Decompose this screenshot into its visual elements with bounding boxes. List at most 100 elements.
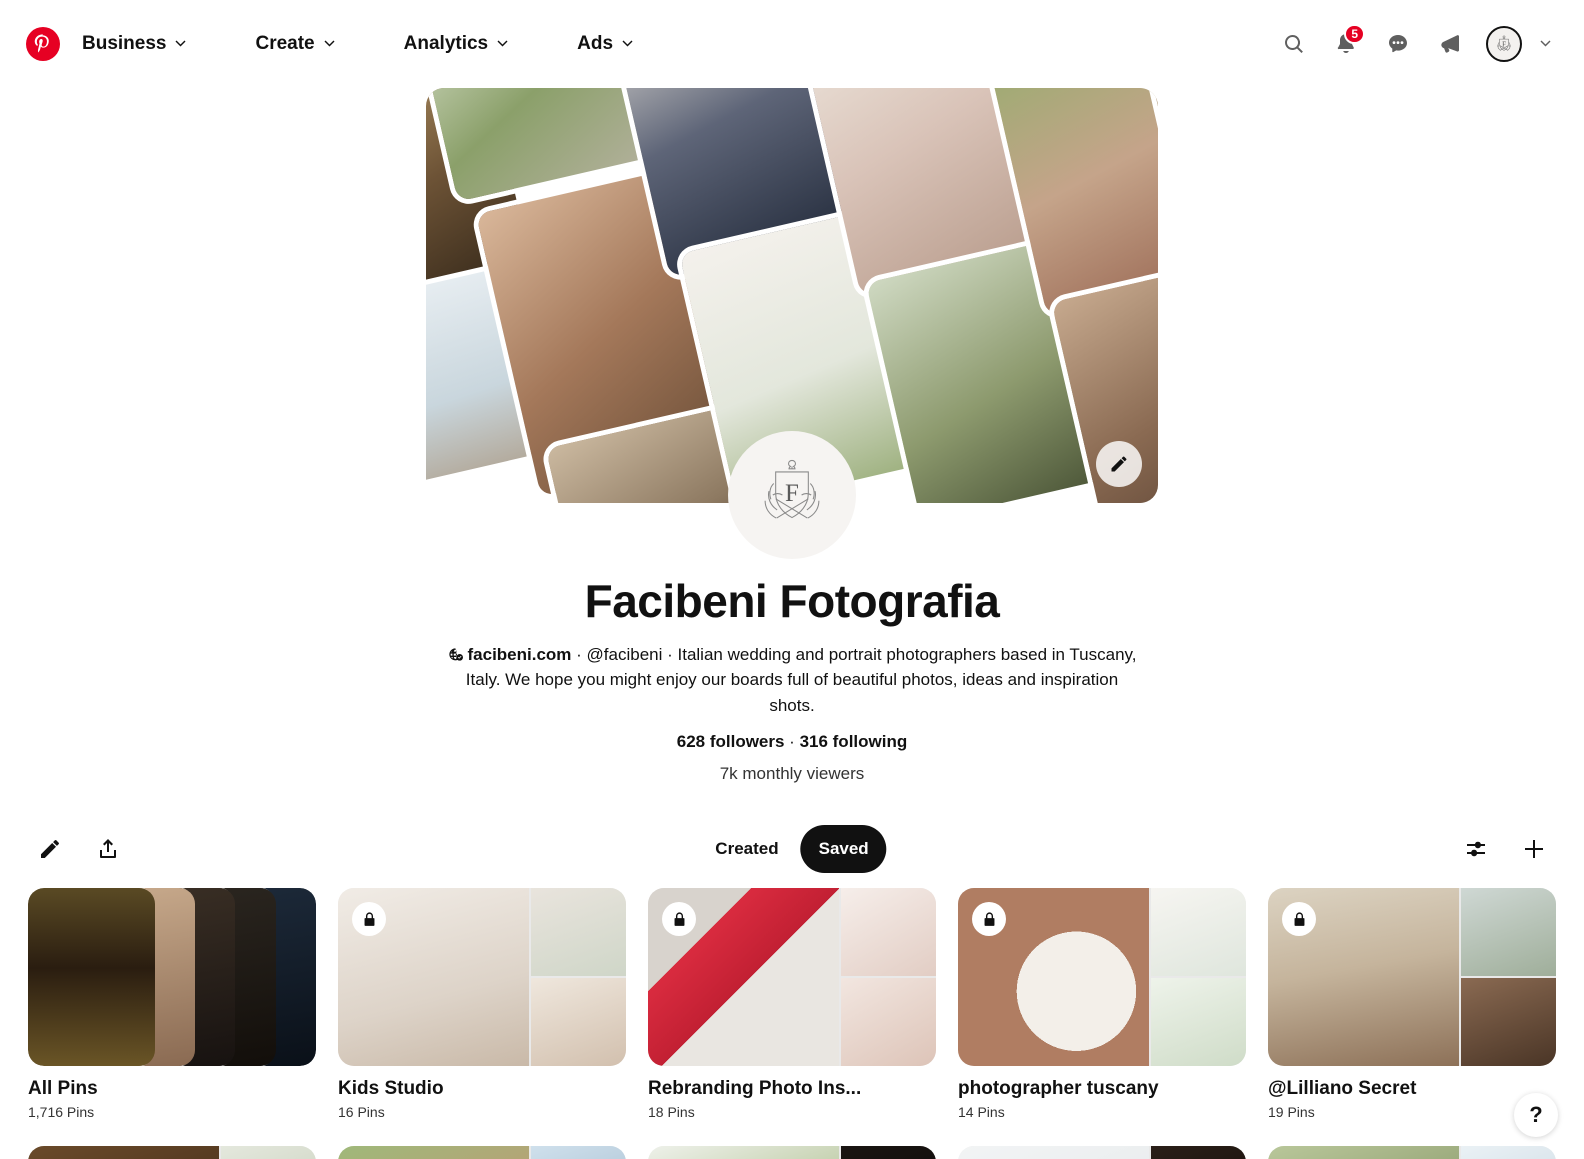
stack-card <box>28 888 155 1067</box>
svg-text:F: F <box>785 480 799 507</box>
board-card-lilliano-secret[interactable]: @Lilliano Secret 19 Pins <box>1268 888 1556 1120</box>
board-title: All Pins <box>28 1078 98 1100</box>
board-card-row2[interactable] <box>1268 1146 1556 1159</box>
board-cover <box>338 1146 626 1159</box>
board-cover-side <box>1460 1146 1556 1159</box>
lock-icon <box>1294 912 1304 926</box>
primary-nav: Business Create Analytics Ads <box>26 25 644 63</box>
share-profile-button[interactable] <box>86 827 130 871</box>
board-cover <box>648 888 936 1067</box>
chat-icon <box>1389 35 1407 53</box>
profile-section: F Facibeni Fotografia facibeni.com · @fa… <box>0 431 1584 784</box>
board-card-row2[interactable] <box>338 1146 626 1159</box>
sort-filter-button[interactable] <box>1454 827 1498 871</box>
board-card-kids-studio[interactable]: Kids Studio 16 Pins <box>338 888 626 1120</box>
sliders-icon <box>1467 842 1485 857</box>
board-cover-side <box>530 1146 626 1159</box>
board-cover-thumb <box>530 978 626 1067</box>
lock-icon <box>364 912 374 926</box>
megaphone-icon <box>1441 35 1459 53</box>
stats-separator: · <box>784 732 800 752</box>
board-pin-count: 19 Pins <box>1268 1104 1315 1121</box>
board-card-photographer-tuscany[interactable]: photographer tuscany 14 Pins <box>958 888 1246 1120</box>
nav-item-business[interactable]: Business <box>72 25 197 63</box>
edit-cover-button[interactable] <box>1096 441 1142 487</box>
board-cover-thumb <box>1150 978 1246 1067</box>
chevron-down-icon <box>622 40 633 47</box>
profile-separator-1: · <box>571 644 587 664</box>
board-cover <box>338 888 626 1067</box>
board-cover-thumb <box>530 888 626 977</box>
tab-saved[interactable]: Saved <box>800 825 887 874</box>
board-cover-thumb <box>840 978 936 1067</box>
toolbar-left-actions <box>28 827 130 871</box>
announcements-button[interactable] <box>1428 22 1472 66</box>
lock-icon <box>674 912 684 926</box>
help-button[interactable]: ? <box>1514 1093 1558 1137</box>
board-cover-side <box>1150 1146 1246 1159</box>
board-card-rebranding-photo-inspiration[interactable]: Rebranding Photo Ins... 18 Pins <box>648 888 936 1120</box>
nav-item-business-label: Business <box>82 33 167 54</box>
followers-count[interactable]: 628 followers <box>677 732 785 751</box>
profile-avatar[interactable]: F <box>728 431 856 559</box>
notifications-badge: 5 <box>1344 24 1365 44</box>
board-pin-count: 14 Pins <box>958 1104 1005 1121</box>
board-cover <box>28 1146 316 1159</box>
chevron-down-icon <box>1540 40 1550 47</box>
pencil-icon <box>1111 456 1127 472</box>
pinterest-logo[interactable] <box>26 27 60 61</box>
board-title: Rebranding Photo Ins... <box>648 1078 862 1100</box>
search-button[interactable] <box>1272 22 1316 66</box>
header-actions: 5 F <box>1272 22 1560 66</box>
following-count[interactable]: 316 following <box>800 732 908 751</box>
board-card-row2[interactable] <box>28 1146 316 1159</box>
edit-profile-button[interactable] <box>28 827 72 871</box>
chevron-down-icon <box>175 40 186 47</box>
board-card-row2[interactable] <box>648 1146 936 1159</box>
board-cover <box>958 1146 1246 1159</box>
nav-item-ads[interactable]: Ads <box>567 25 644 63</box>
board-card-row2[interactable] <box>958 1146 1246 1159</box>
board-cover-thumb <box>1460 978 1556 1067</box>
account-avatar[interactable]: F <box>1486 26 1522 62</box>
profile-stats: 628 followers · 316 following <box>0 732 1584 752</box>
board-cover-thumb <box>1150 888 1246 977</box>
board-title: Kids Studio <box>338 1078 444 1100</box>
board-cover-side <box>1460 888 1556 1067</box>
board-pin-count: 18 Pins <box>648 1104 695 1121</box>
board-card-all-pins[interactable]: All Pins 1,716 Pins <box>28 888 316 1120</box>
account-menu-caret[interactable] <box>1530 29 1560 59</box>
nav-item-analytics[interactable]: Analytics <box>394 25 519 63</box>
lock-icon <box>984 912 994 926</box>
profile-website[interactable]: facibeni.com <box>468 645 572 664</box>
board-cover <box>958 888 1246 1067</box>
share-icon <box>100 839 116 859</box>
nav-item-ads-label: Ads <box>577 33 614 54</box>
notifications-button[interactable]: 5 <box>1324 22 1368 66</box>
boards-grid: All Pins 1,716 Pins Kids Studio 16 Pins <box>0 888 1584 1159</box>
board-cover-thumb <box>530 1146 626 1159</box>
pinterest-logo-icon <box>34 34 49 53</box>
board-cover-thumb <box>220 1146 316 1159</box>
board-cover-side <box>220 1146 316 1159</box>
page-title: Facibeni Fotografia <box>584 575 1000 627</box>
profile-separator-2: · <box>662 644 678 664</box>
messages-button[interactable] <box>1376 22 1420 66</box>
chevron-down-icon <box>497 40 508 47</box>
create-board-button[interactable] <box>1512 827 1556 871</box>
toolbar-right-actions <box>1454 827 1556 871</box>
board-cover <box>28 888 316 1067</box>
profile-about: facibeni.com · @facibeni · Italian weddi… <box>442 642 1142 719</box>
board-cover-side <box>1150 888 1246 1067</box>
board-cover-thumb <box>1150 1146 1246 1159</box>
board-cover-main <box>958 1146 1149 1159</box>
facibeni-crest-monogram-icon: F <box>1497 35 1511 51</box>
tab-created[interactable]: Created <box>697 825 796 873</box>
top-navigation-bar: Business Create Analytics Ads 5 F <box>0 0 1584 88</box>
board-cover-thumb <box>840 1146 936 1159</box>
nav-item-create[interactable]: Create <box>245 25 345 63</box>
pencil-icon <box>41 840 59 859</box>
board-cover-side <box>840 1146 936 1159</box>
board-cover-main <box>1268 1146 1459 1159</box>
profile-username: @facibeni <box>586 644 663 664</box>
